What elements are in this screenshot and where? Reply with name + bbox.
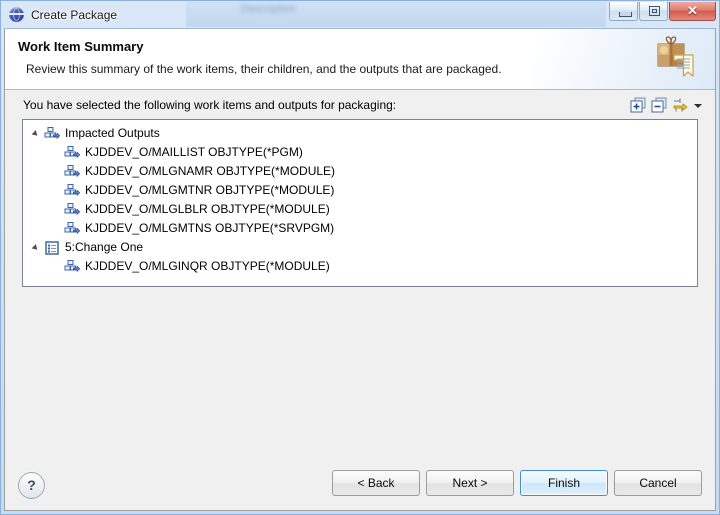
- close-icon: ✕: [687, 3, 698, 18]
- wizard-banner: Work Item Summary Review this summary of…: [5, 29, 715, 90]
- tree-row-label: KJDDEV_O/MLGINQR OBJTYPE(*MODULE): [85, 259, 330, 273]
- tree-row[interactable]: KJDDEV_O/MLGMTNR OBJTYPE(*MODULE): [23, 181, 697, 200]
- next-button[interactable]: Next >: [426, 470, 514, 496]
- tree-row[interactable]: Impacted Outputs: [23, 124, 697, 143]
- work-item-icon: [44, 240, 60, 256]
- collapse-all-button[interactable]: [650, 96, 668, 114]
- tree-row[interactable]: 5:Change One: [23, 238, 697, 257]
- page-title: Work Item Summary: [18, 39, 144, 54]
- tree-row-label: KJDDEV_O/MAILLIST OBJTYPE(*PGM): [85, 145, 303, 159]
- help-button[interactable]: ?: [18, 471, 45, 499]
- chevron-down-icon: [694, 103, 702, 108]
- impacted-output-icon: [64, 164, 81, 180]
- back-button[interactable]: < Back: [332, 470, 420, 496]
- close-button[interactable]: ✕: [669, 2, 716, 21]
- package-document-icon: [657, 36, 694, 77]
- impacted-output-icon: [64, 202, 81, 215]
- impacted-output-icon: [44, 126, 61, 142]
- tree-row-label: KJDDEV_O/MLGMTNS OBJTYPE(*SRVPGM): [85, 221, 335, 235]
- restore-button[interactable]: [639, 2, 668, 21]
- tree-row-label: Impacted Outputs: [65, 126, 160, 140]
- tree-row-label: 5:Change One: [65, 240, 144, 254]
- impacted-output-icon: [64, 202, 81, 218]
- create-package-dialog: Description Create Package ✕ Work Item S…: [0, 0, 720, 515]
- tree-row[interactable]: KJDDEV_O/MAILLIST OBJTYPE(*PGM): [23, 143, 697, 162]
- impacted-output-icon: [64, 183, 81, 196]
- restore-icon: [649, 6, 660, 16]
- title-bar[interactable]: Create Package ✕: [1, 1, 719, 28]
- instruction-label: You have selected the following work ite…: [23, 97, 397, 112]
- tree-row[interactable]: KJDDEV_O/MLGNAMR OBJTYPE(*MODULE): [23, 162, 697, 181]
- window-controls: ✕: [608, 2, 716, 21]
- impacted-output-icon: [44, 126, 61, 139]
- tree-row-label: KJDDEV_O/MLGNAMR OBJTYPE(*MODULE): [85, 164, 336, 178]
- impacted-output-icon: [64, 164, 81, 177]
- minimize-button[interactable]: [609, 2, 638, 21]
- window-title: Create Package: [31, 7, 118, 22]
- dialog-client-area: Work Item Summary Review this summary of…: [4, 28, 716, 511]
- summary-tree-panel[interactable]: Impacted Outputs KJDDEV_O/MAILLIST OBJTYP…: [22, 119, 698, 287]
- expand-all-button[interactable]: [629, 96, 647, 114]
- impacted-output-icon: [64, 221, 81, 234]
- impacted-output-icon: [64, 183, 81, 199]
- work-item-icon: [45, 240, 59, 255]
- view-menu-icon: [673, 98, 688, 111]
- finish-button[interactable]: Finish: [520, 470, 608, 496]
- twisty-expanded-icon[interactable]: [30, 124, 44, 143]
- tree-row-label: KJDDEV_O/MLGMTNR OBJTYPE(*MODULE): [85, 183, 335, 197]
- impacted-output-icon: [64, 221, 81, 237]
- impacted-output-icon: [64, 145, 81, 158]
- impacted-output-icon: [64, 259, 81, 272]
- twisty-expanded-icon[interactable]: [30, 238, 44, 257]
- tree-row[interactable]: KJDDEV_O/MLGMTNS OBJTYPE(*SRVPGM): [23, 219, 697, 238]
- impacted-output-icon: [64, 259, 81, 275]
- dialog-button-bar: ? < Back Next > Finish Cancel: [5, 460, 715, 510]
- expand-all-icon: [630, 97, 646, 112]
- toolbar-chevron-down-button[interactable]: [692, 96, 705, 114]
- tree-toolbar: [629, 96, 705, 114]
- cancel-button[interactable]: Cancel: [614, 470, 702, 496]
- minimize-icon: [619, 12, 632, 17]
- wizard-buttons: < Back Next > Finish Cancel: [332, 470, 702, 496]
- instruction-row: You have selected the following work ite…: [5, 90, 715, 119]
- tree-row-label: KJDDEV_O/MLGLBLR OBJTYPE(*MODULE): [85, 202, 330, 216]
- impacted-output-icon: [64, 145, 81, 161]
- page-description: Review this summary of the work items, t…: [26, 62, 502, 76]
- tree-row[interactable]: KJDDEV_O/MLGINQR OBJTYPE(*MODULE): [23, 257, 697, 276]
- tree-rows: Impacted Outputs KJDDEV_O/MAILLIST OBJTYP…: [23, 120, 697, 276]
- globe-icon: [8, 6, 25, 23]
- collapse-all-icon: [651, 97, 667, 112]
- tree-row[interactable]: KJDDEV_O/MLGLBLR OBJTYPE(*MODULE): [23, 200, 697, 219]
- view-menu-button[interactable]: [671, 96, 689, 114]
